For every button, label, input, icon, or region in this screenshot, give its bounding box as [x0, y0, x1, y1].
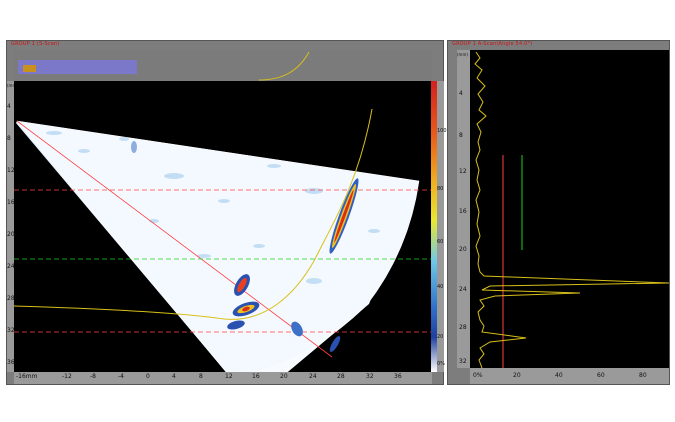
top-yellow-trace — [258, 51, 310, 81]
ascan-panel-title: GROUP 1 A-Scan(Angle 54.0°) — [452, 41, 533, 47]
amplitude-tick: 40 — [555, 372, 563, 379]
ascan-depth-unit: (mm) — [457, 52, 468, 57]
ascan-depth-tick: 8 — [459, 132, 463, 139]
ascan-depth-tick: 24 — [459, 286, 467, 293]
amplitude-tick: 0% — [473, 372, 483, 379]
depth-axis: (mm) 4 8 12 16 20 24 28 32 36 — [7, 81, 18, 372]
index-tick: -8 — [90, 373, 96, 380]
amplitude-axis: 0% 20 40 60 80 — [470, 368, 669, 384]
index-tick: 24 — [309, 373, 317, 380]
colorbar-tick: 60 — [437, 239, 444, 245]
ascan-depth-tick: 20 — [459, 246, 467, 253]
depth-tick: 8 — [7, 135, 11, 142]
index-tick: -4 — [118, 373, 124, 380]
ascan-depth-tick: 28 — [459, 324, 467, 331]
index-axis: -16mm -12 -8 -4 0 4 8 12 16 20 24 28 32 … — [14, 372, 432, 384]
index-tick: -16mm — [16, 373, 38, 380]
ascan-depth-tick: 4 — [459, 90, 463, 97]
colorbar-tick: 40 — [437, 284, 444, 290]
colorbar-axis — [437, 81, 444, 372]
colorbar-tick: 0% — [437, 361, 445, 367]
index-tick: -12 — [62, 373, 72, 380]
index-tick: 36 — [394, 373, 402, 380]
colorbar-tick: 20 — [437, 334, 444, 340]
depth-tick: 4 — [7, 103, 11, 110]
index-tick: 12 — [225, 373, 233, 380]
sscan-image[interactable] — [14, 81, 432, 372]
index-tick: 0 — [146, 373, 150, 380]
index-tick: 20 — [280, 373, 288, 380]
sscan-panel-title: GROUP 1 (S-Scan) — [11, 41, 60, 47]
amplitude-tick: 20 — [513, 372, 521, 379]
index-tick: 28 — [337, 373, 345, 380]
sscan-panel[interactable]: GROUP 1 (S-Scan) (mm) 4 8 12 16 20 24 28… — [6, 40, 447, 385]
index-tick: 32 — [366, 373, 374, 380]
colorbar-tick: 100 — [437, 128, 447, 134]
ascan-depth-axis: (mm) 4 8 12 16 20 24 28 32 — [457, 50, 470, 368]
colorbar-tick: 80 — [437, 186, 444, 192]
sscan-fan — [14, 108, 432, 372]
ascan-plot[interactable] — [470, 50, 669, 368]
ascan-depth-tick: 32 — [459, 358, 467, 365]
index-tick: 16 — [252, 373, 260, 380]
index-tick: 4 — [172, 373, 176, 380]
ascan-depth-tick: 12 — [459, 168, 467, 175]
ascan-depth-tick: 16 — [459, 208, 467, 215]
index-strip — [14, 50, 432, 81]
ascan-waveform — [474, 51, 669, 368]
ascan-panel[interactable]: GROUP 1 A-Scan(Angle 54.0°) (mm) 4 8 12 … — [447, 40, 670, 385]
amplitude-tick: 60 — [597, 372, 605, 379]
index-tick: 8 — [199, 373, 203, 380]
amplitude-tick: 80 — [639, 372, 647, 379]
